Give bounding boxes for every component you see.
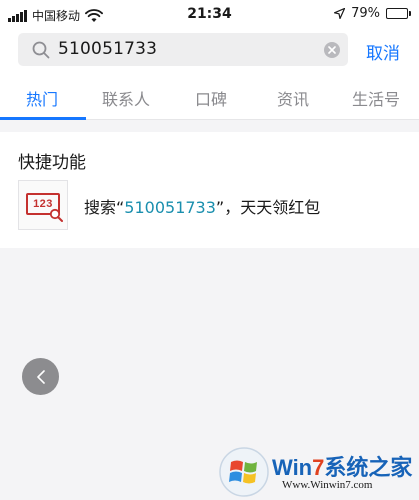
tab-koubei[interactable]: 口碑 (195, 86, 227, 110)
quick-function-text: 搜索“510051733”，天天领红包 (84, 194, 320, 218)
active-tab-indicator (0, 117, 86, 120)
battery-percent: 79% (351, 6, 380, 21)
battery-icon (386, 8, 411, 19)
tab-contacts[interactable]: 联系人 (102, 86, 150, 110)
tab-life-account[interactable]: 生活号 (352, 86, 400, 110)
clear-icon[interactable] (324, 42, 340, 58)
search-tabs: 热门 联系人 口碑 资讯 生活号 (0, 72, 419, 120)
watermark: Win7系统之家 Www.Winwin7.com (218, 446, 416, 498)
back-button[interactable] (22, 358, 59, 395)
windows-logo-icon (219, 447, 269, 497)
quick-text-prefix: 搜索“ (84, 198, 125, 217)
search-header: 510051733 取消 (0, 30, 419, 72)
number-search-icon: 123 (18, 180, 68, 230)
tab-news[interactable]: 资讯 (277, 86, 309, 110)
magnifier-icon (49, 208, 63, 222)
quick-text-number: 510051733 (124, 198, 216, 217)
chevron-left-icon (36, 369, 45, 384)
watermark-brand: Win7系统之家 (272, 455, 413, 480)
cancel-button[interactable]: 取消 (366, 39, 400, 64)
quick-functions-card: 快捷功能 123 搜索“510051733”，天天领红包 (0, 132, 419, 248)
search-icon (32, 41, 50, 59)
location-arrow-icon (334, 8, 346, 19)
search-box[interactable]: 510051733 (18, 33, 348, 66)
watermark-url: Www.Winwin7.com (282, 479, 373, 491)
status-right: 79% (334, 6, 411, 21)
quick-function-item[interactable]: 123 搜索“510051733”，天天领红包 (0, 178, 419, 234)
search-input[interactable]: 510051733 (58, 39, 157, 59)
tab-hot[interactable]: 热门 (26, 86, 58, 110)
status-bar: 中国移动 21:34 79% (0, 0, 419, 30)
quick-text-suffix: ”，天天领红包 (215, 198, 321, 217)
quick-functions-title: 快捷功能 (18, 153, 86, 173)
